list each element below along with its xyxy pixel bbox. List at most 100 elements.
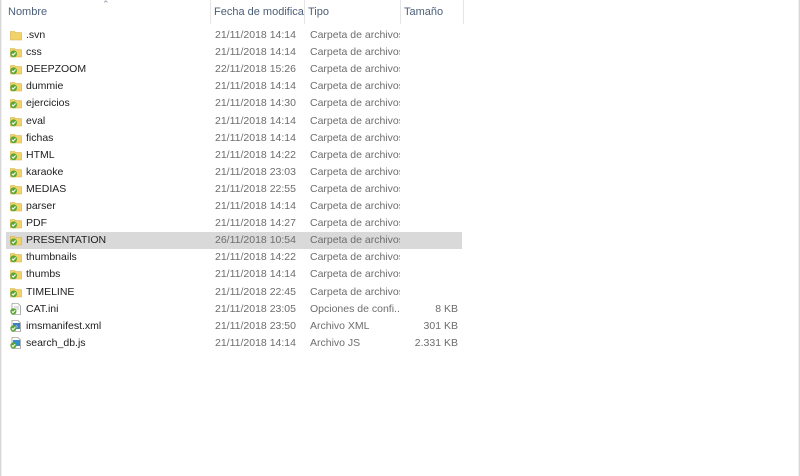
folder-plain-icon — [10, 29, 22, 41]
column-header-bar: Nombre ⌃ Fecha de modifica... Tipo Tamañ… — [0, 0, 465, 24]
folder-sync-icon — [10, 286, 22, 298]
folder-sync-icon — [10, 80, 22, 92]
file-name: eval — [26, 115, 46, 127]
file-name: PRESENTATION — [26, 234, 107, 246]
file-type: Carpeta de archivos — [310, 183, 400, 195]
file-row[interactable]: search_db.js 21/11/2018 14:14 Archivo JS 2.… — [6, 335, 462, 352]
file-row[interactable]: thumbs 21/11/2018 14:14 Carpeta de archivo… — [6, 266, 462, 283]
folder-sync-icon — [10, 132, 22, 144]
file-type: Carpeta de archivos — [310, 46, 400, 58]
file-row[interactable]: CAT.ini 21/11/2018 23:05 Opciones de confi… — [6, 301, 462, 318]
file-modified-date: 21/11/2018 22:45 — [215, 286, 296, 298]
folder-sync-icon — [10, 183, 22, 195]
column-header-size[interactable]: Tamaño — [401, 0, 464, 24]
file-name: search_db.js — [26, 337, 86, 349]
file-type: Carpeta de archivos — [310, 286, 400, 298]
folder-sync-icon — [10, 115, 22, 127]
file-name: thumbnails — [26, 251, 77, 263]
file-modified-date: 21/11/2018 14:27 — [215, 217, 296, 229]
file-type: Carpeta de archivos — [310, 166, 400, 178]
file-row[interactable]: TIMELINE 21/11/2018 22:45 Carpeta de archi… — [6, 284, 462, 301]
file-type: Carpeta de archivos — [310, 29, 400, 41]
file-size: 301 KB — [423, 320, 458, 332]
file-row[interactable]: fichas 21/11/2018 14:14 Carpeta de archivo… — [6, 130, 462, 147]
file-name: dummie — [26, 80, 64, 92]
js-file-sync-icon — [10, 337, 22, 349]
file-name: thumbs — [26, 268, 61, 280]
file-modified-date: 21/11/2018 22:55 — [215, 183, 296, 195]
file-modified-date: 21/11/2018 23:05 — [215, 303, 296, 315]
file-modified-date: 26/11/2018 10:54 — [215, 234, 296, 246]
file-modified-date: 22/11/2018 15:26 — [215, 63, 296, 75]
file-modified-date: 21/11/2018 14:14 — [215, 337, 296, 349]
folder-sync-icon — [10, 268, 22, 280]
file-row[interactable]: dummie 21/11/2018 14:14 Carpeta de archivo… — [6, 78, 462, 95]
file-row[interactable]: thumbnails 21/11/2018 14:22 Carpeta de arc… — [6, 249, 462, 266]
file-modified-date: 21/11/2018 14:30 — [215, 97, 296, 109]
file-modified-date: 21/11/2018 23:50 — [215, 320, 296, 332]
file-row[interactable]: parser 21/11/2018 14:14 Carpeta de archivo… — [6, 198, 462, 215]
file-type: Carpeta de archivos — [310, 97, 400, 109]
file-type: Carpeta de archivos — [310, 200, 400, 212]
file-name: ejercicios — [26, 97, 70, 109]
file-type: Opciones de confi... — [310, 303, 400, 315]
file-type: Carpeta de archivos — [310, 80, 400, 92]
file-row[interactable]: HTML 21/11/2018 14:22 Carpeta de archivos — [6, 147, 462, 164]
column-header-type[interactable]: Tipo — [305, 0, 401, 24]
file-modified-date: 21/11/2018 14:22 — [215, 251, 296, 263]
folder-sync-icon — [10, 46, 22, 58]
file-modified-date: 21/11/2018 14:14 — [215, 200, 296, 212]
file-row[interactable]: MEDIAS 21/11/2018 22:55 Carpeta de archivo… — [6, 181, 462, 198]
file-name: parser — [26, 200, 56, 212]
sort-ascending-icon: ⌃ — [102, 0, 110, 9]
folder-sync-icon — [10, 234, 22, 246]
file-size: 8 KB — [435, 303, 458, 315]
file-modified-date: 21/11/2018 14:14 — [215, 29, 296, 41]
file-row[interactable]: DEEPZOOM 22/11/2018 15:26 Carpeta de archi… — [6, 61, 462, 78]
file-type: Carpeta de archivos — [310, 217, 400, 229]
file-modified-date: 21/11/2018 23:03 — [215, 166, 296, 178]
file-modified-date: 21/11/2018 14:14 — [215, 46, 296, 58]
file-modified-date: 21/11/2018 14:14 — [215, 80, 296, 92]
file-row[interactable]: e imsmanifest.xml 21/11/2018 23:50 Archivo… — [6, 318, 462, 335]
file-type: Carpeta de archivos — [310, 234, 400, 246]
xml-file-sync-icon: e — [10, 320, 22, 332]
file-type: Carpeta de archivos — [310, 251, 400, 263]
file-row[interactable]: PDF 21/11/2018 14:27 Carpeta de archivos — [6, 215, 462, 232]
folder-sync-icon — [10, 200, 22, 212]
folder-sync-icon — [10, 97, 22, 109]
file-type: Carpeta de archivos — [310, 132, 400, 144]
file-name: css — [26, 46, 42, 58]
file-row[interactable]: .svn 21/11/2018 14:14 Carpeta de archivos — [6, 27, 462, 44]
folder-sync-icon — [10, 63, 22, 75]
ini-file-sync-icon — [10, 303, 22, 315]
file-explorer-window: Nombre ⌃ Fecha de modifica... Tipo Tamañ… — [0, 0, 800, 476]
file-modified-date: 21/11/2018 14:14 — [215, 132, 296, 144]
file-modified-date: 21/11/2018 14:14 — [215, 115, 296, 127]
file-name: DEEPZOOM — [26, 63, 87, 75]
file-row[interactable]: karaoke 21/11/2018 23:03 Carpeta de archiv… — [6, 164, 462, 181]
file-type: Carpeta de archivos — [310, 115, 400, 127]
file-name: CAT.ini — [26, 303, 59, 315]
folder-sync-icon — [10, 166, 22, 178]
column-header-date[interactable]: Fecha de modifica... — [211, 0, 305, 24]
file-type: Carpeta de archivos — [310, 149, 400, 161]
file-type: Archivo JS — [310, 337, 361, 349]
folder-sync-icon — [10, 251, 22, 263]
file-row[interactable]: eval 21/11/2018 14:14 Carpeta de archivos — [6, 113, 462, 130]
folder-sync-icon — [10, 217, 22, 229]
file-name: imsmanifest.xml — [26, 320, 102, 332]
file-name: MEDIAS — [26, 183, 67, 195]
file-modified-date: 21/11/2018 14:22 — [215, 149, 296, 161]
file-name: .svn — [26, 29, 46, 41]
file-row[interactable]: ejercicios 21/11/2018 14:30 Carpeta de arc… — [6, 95, 462, 112]
file-row[interactable]: css 21/11/2018 14:14 Carpeta de archivos — [6, 44, 462, 61]
file-name: HTML — [26, 149, 55, 161]
file-type: Carpeta de archivos — [310, 63, 400, 75]
file-type: Archivo XML — [310, 320, 370, 332]
file-row[interactable]: PRESENTATION 26/11/2018 10:54 Carpeta de a… — [6, 232, 462, 249]
file-size: 2.331 KB — [414, 337, 458, 349]
file-name: karaoke — [26, 166, 64, 178]
file-name: TIMELINE — [26, 286, 75, 298]
file-name: PDF — [26, 217, 47, 229]
